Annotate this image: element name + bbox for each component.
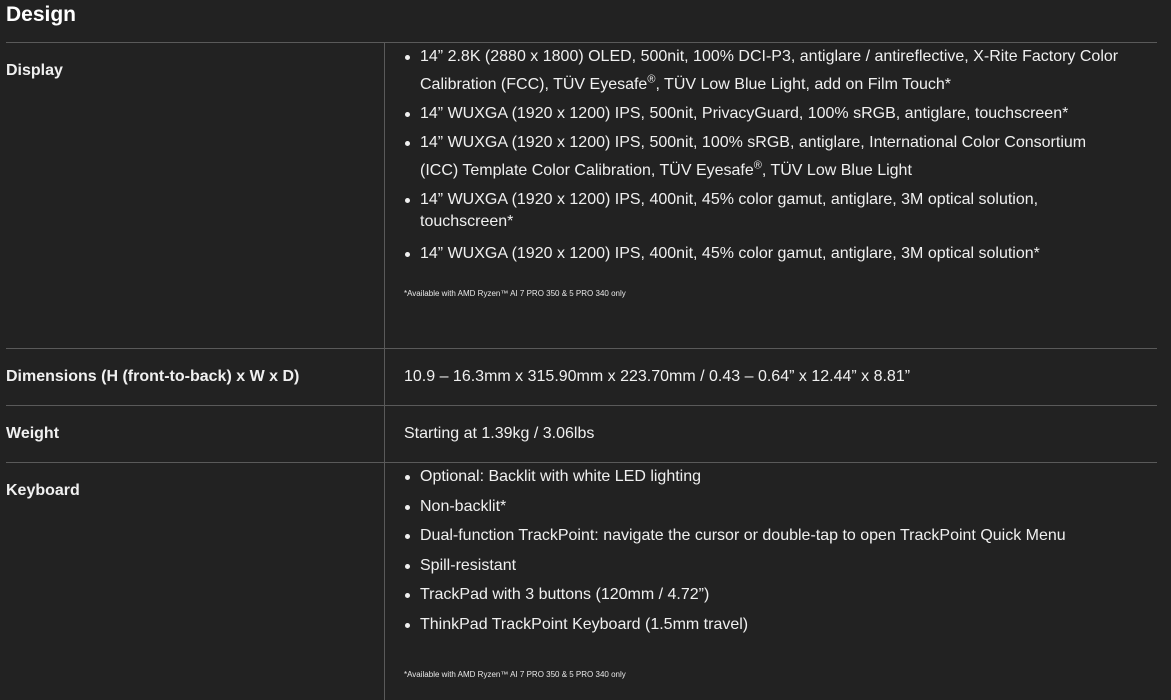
display-option-1-line2-text: Calibration (FCC), TÜV Eyesafe [420, 76, 648, 93]
display-option-1-line2-rest: , TÜV Low Blue Light, add on Film Touch* [655, 76, 952, 93]
list-item: 14” WUXGA (1920 x 1200) IPS, 400nit, 45%… [404, 186, 1147, 233]
spec-row-dimensions: Dimensions (H (front-to-back) x W x D) 1… [6, 349, 1157, 406]
spec-value-display: 14” 2.8K (2880 x 1800) OLED, 500nit, 100… [385, 43, 1157, 348]
spec-value-dimensions: 10.9 – 16.3mm x 315.90mm x 223.70mm / 0.… [404, 368, 911, 385]
keyboard-footnote: *Available with AMD Ryzen™ AI 7 PRO 350 … [404, 670, 626, 679]
list-item: Non-backlit* [404, 493, 1147, 522]
spec-value-weight: Starting at 1.39kg / 3.06lbs [404, 425, 595, 442]
registered-mark: ® [753, 159, 762, 172]
spec-label-weight: Weight [6, 406, 385, 462]
list-item: TrackPad with 3 buttons (120mm / 4.72”) [404, 581, 1147, 610]
list-item: 14” WUXGA (1920 x 1200) IPS, 500nit, 100… [404, 129, 1147, 185]
spec-table: Display 14” 2.8K (2880 x 1800) OLED, 500… [6, 42, 1157, 700]
display-option-3-line2: (ICC) Template Color Calibration, TÜV Ey… [420, 157, 1147, 185]
list-item: 14” 2.8K (2880 x 1800) OLED, 500nit, 100… [404, 43, 1147, 99]
display-option-2: 14” WUXGA (1920 x 1200) IPS, 500nit, Pri… [420, 105, 1069, 122]
spec-label-dimensions: Dimensions (H (front-to-back) x W x D) [6, 349, 385, 405]
display-option-3-line2-rest: , TÜV Low Blue Light [761, 162, 912, 179]
spec-label-keyboard: Keyboard [6, 463, 385, 700]
display-options-list: 14” 2.8K (2880 x 1800) OLED, 500nit, 100… [404, 43, 1147, 268]
list-item: 14” WUXGA (1920 x 1200) IPS, 500nit, Pri… [404, 100, 1147, 128]
keyboard-features-list: Optional: Backlit with white LED lightin… [404, 463, 1147, 639]
display-option-1-line2: Calibration (FCC), TÜV Eyesafe®, TÜV Low… [420, 71, 1147, 99]
display-option-3-line1: 14” WUXGA (1920 x 1200) IPS, 500nit, 100… [420, 134, 1087, 151]
spec-label-display: Display [6, 43, 385, 348]
section-title: Design [6, 3, 77, 26]
list-item: 14” WUXGA (1920 x 1200) IPS, 400nit, 45%… [404, 240, 1147, 268]
display-option-4-line2: touchscreen* [420, 213, 514, 230]
spec-value-keyboard: Optional: Backlit with white LED lightin… [385, 463, 1157, 700]
list-item: Spill-resistant [404, 552, 1147, 581]
spec-row-keyboard: Keyboard Optional: Backlit with white LE… [6, 463, 1157, 700]
list-item: Dual-function TrackPoint: navigate the c… [404, 522, 1147, 551]
list-item: Optional: Backlit with white LED lightin… [404, 463, 1147, 492]
display-option-3-line2-text: (ICC) Template Color Calibration, TÜV Ey… [420, 162, 754, 179]
display-option-1-line1: 14” 2.8K (2880 x 1800) OLED, 500nit, 100… [420, 48, 1119, 65]
display-footnote: *Available with AMD Ryzen™ AI 7 PRO 350 … [404, 289, 626, 298]
list-item: ThinkPad TrackPoint Keyboard (1.5mm trav… [404, 611, 1147, 640]
display-option-4-line1: 14” WUXGA (1920 x 1200) IPS, 400nit, 45%… [420, 191, 1039, 208]
spec-row-weight: Weight Starting at 1.39kg / 3.06lbs [6, 406, 1157, 463]
spec-row-display: Display 14” 2.8K (2880 x 1800) OLED, 500… [6, 43, 1157, 349]
display-option-5: 14” WUXGA (1920 x 1200) IPS, 400nit, 45%… [420, 245, 1040, 262]
